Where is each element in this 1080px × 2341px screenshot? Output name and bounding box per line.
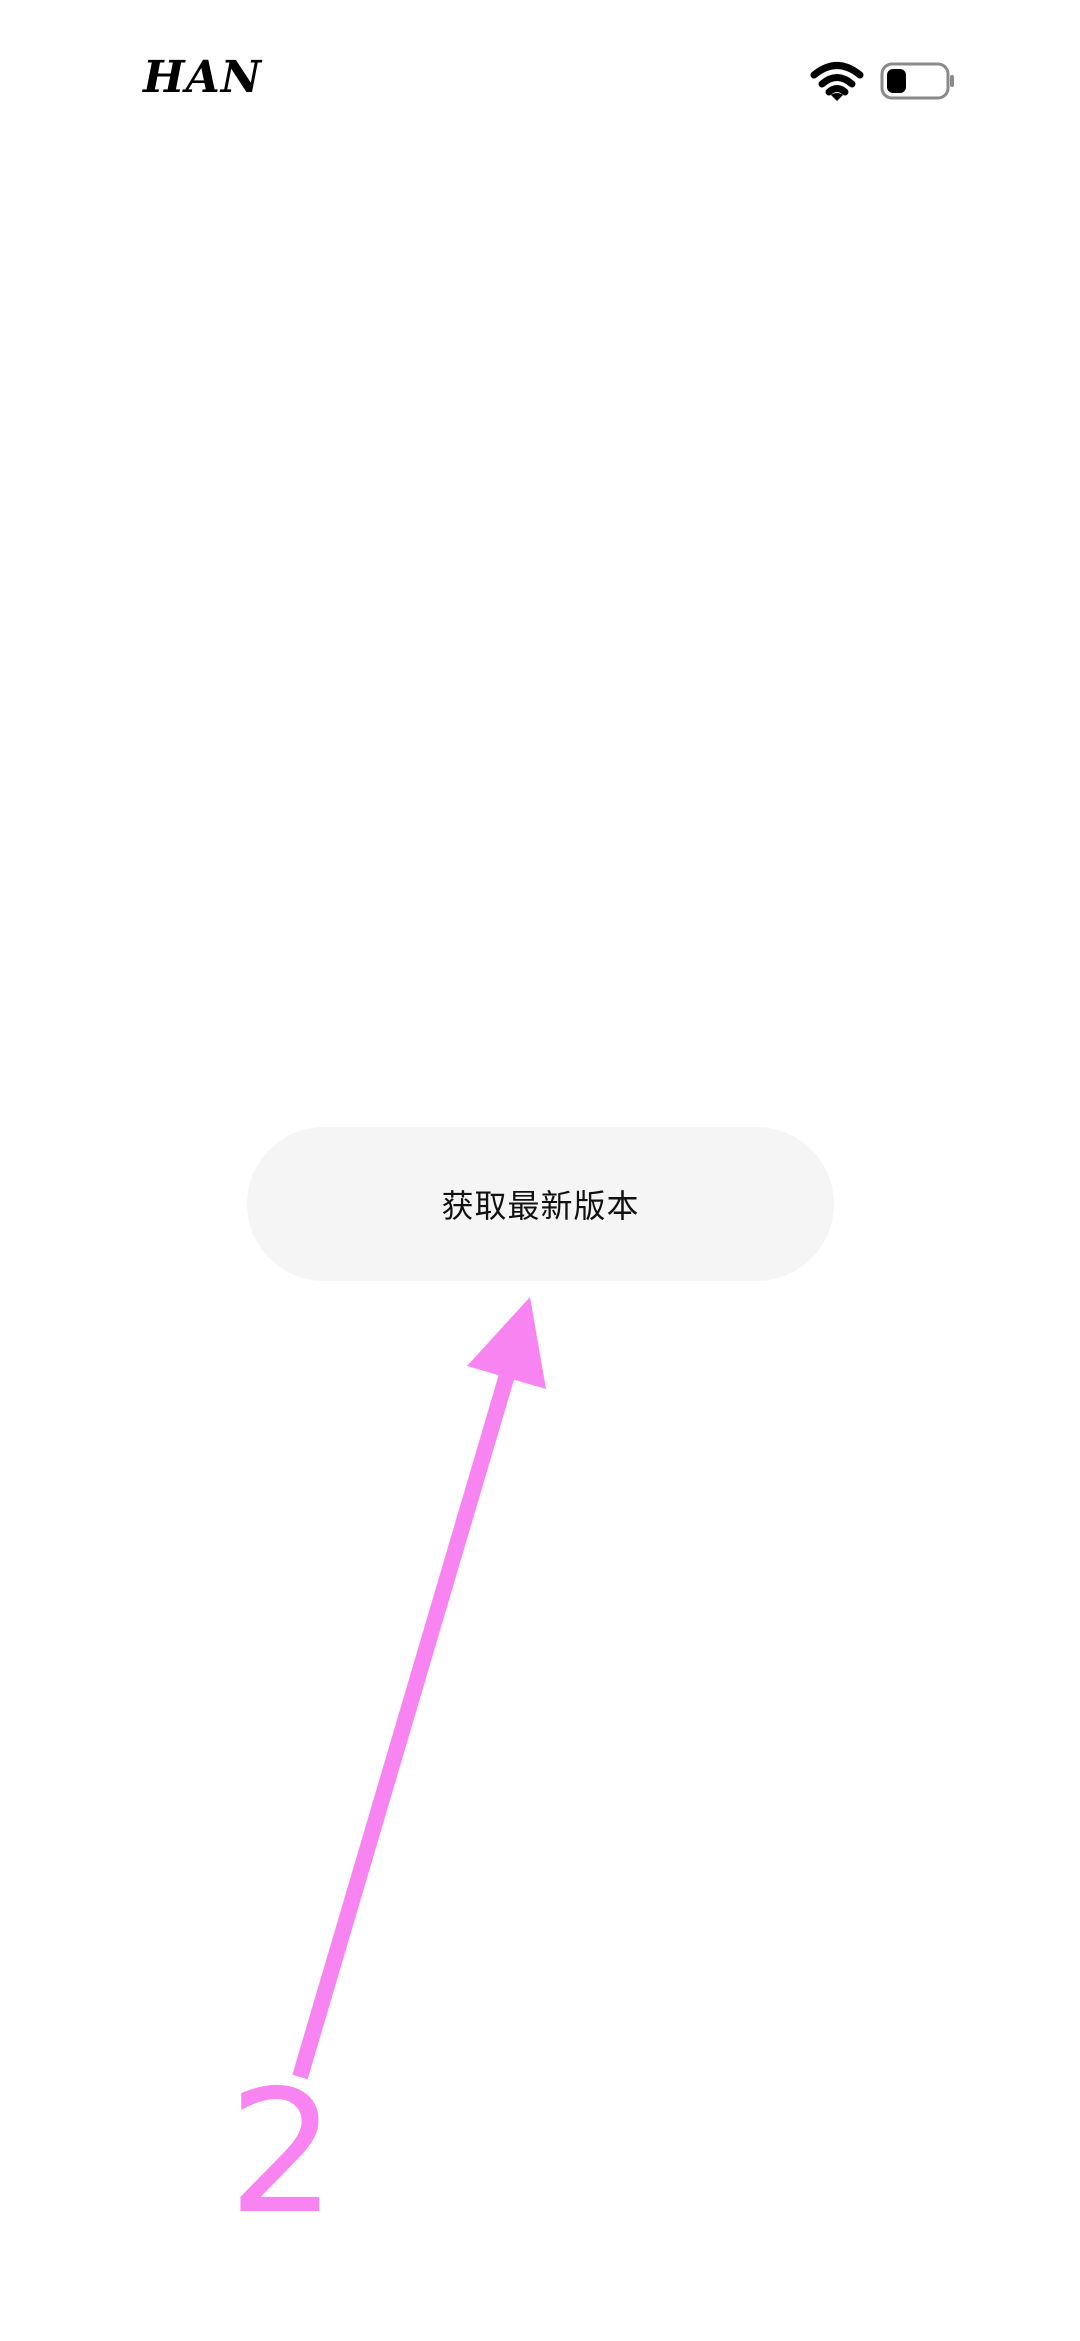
get-latest-version-label: 获取最新版本 <box>441 1187 640 1225</box>
carrier-label: HAN <box>143 52 262 103</box>
wifi-icon <box>810 62 864 101</box>
battery-icon <box>880 62 954 100</box>
status-bar: HAN <box>0 0 1080 160</box>
get-latest-version-button[interactable]: 获取最新版本 <box>247 1127 834 1281</box>
step-number: 2 <box>228 2054 337 2252</box>
